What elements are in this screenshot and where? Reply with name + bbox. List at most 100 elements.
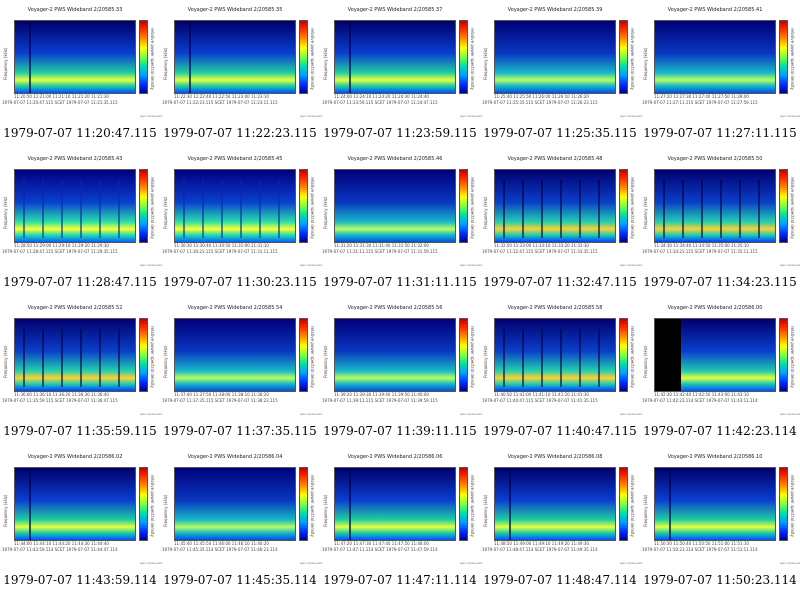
timestamp-caption: 1979-07-07 11:40:47.115 [483,424,637,438]
spectrogram-panel[interactable]: Voyager-2 PWS Wideband 2/20585.33 Frequen… [0,0,162,149]
spectrogram-image [655,21,775,93]
spectrogram-image [655,170,775,242]
y-axis-label: Frequency (kHz) [3,345,8,378]
colorbar-label: relative power spectral density [630,177,635,239]
colorbar-label: relative power spectral density [150,475,155,537]
spectrogram-panel[interactable]: Voyager-2 PWS Wideband 2/20585.37 Frequen… [320,0,482,149]
time-range: 1979-07-07 11:43:59.114 SCET 1979-07-07 … [2,547,118,552]
spectrogram [654,318,776,392]
spectrogram-panel[interactable]: Voyager-2 PWS Wideband 2/20585.46 Frequen… [320,149,482,298]
spectral-striation [23,180,25,238]
spectral-striation [99,180,101,238]
spectral-striation [682,180,684,238]
plot-title: Voyager-2 PWS Wideband 2/20586.10 [667,454,763,460]
spectral-striation [99,329,101,387]
y-axis-label: Frequency (kHz) [483,494,488,527]
plot-title: Voyager-2 PWS Wideband 2/20585.37 [347,7,443,13]
timestamp-caption: 1979-07-07 11:37:35.115 [163,424,317,438]
credit-label: pws.uiowa.edu [140,412,163,416]
time-ticks: 11:30:30 11:30:40 11:30:50 11:31:00 11:3… [174,243,269,248]
y-axis-label: Frequency (kHz) [3,47,8,80]
colorbar-label: relative power spectral density [310,326,315,388]
spectrogram-panel[interactable]: Voyager-2 PWS Wideband 2/20585.54 Frequen… [160,298,322,447]
spectrogram-panel[interactable]: Voyager-2 PWS Wideband 2/20586.08 Frequen… [480,447,642,596]
spectrogram [654,467,776,541]
y-axis-label: Frequency (kHz) [163,345,168,378]
spectrogram-panel[interactable]: Voyager-2 PWS Wideband 2/20586.10 Frequen… [640,447,800,596]
colorbar [619,20,628,94]
plot-title: Voyager-2 PWS Wideband 2/20585.41 [667,7,763,13]
credit-label: pws.uiowa.edu [300,114,323,118]
credit-label: pws.uiowa.edu [620,263,643,267]
time-ticks: 11:50:30 11:50:40 11:50:50 11:51:00 11:5… [654,541,749,546]
timestamp-caption: 1979-07-07 11:34:23.115 [643,275,797,289]
spectrogram-panel[interactable]: Voyager-2 PWS Wideband 2/20586.00 Frequen… [640,298,800,447]
time-ticks: 11:48:50 11:49:00 11:49:10 11:49:20 11:4… [494,541,589,546]
spectrogram-panel[interactable]: Voyager-2 PWS Wideband 2/20585.58 Frequen… [480,298,642,447]
colorbar [139,20,148,94]
timestamp-caption: 1979-07-07 11:42:23.114 [643,424,797,438]
y-axis-label: Frequency (kHz) [643,47,648,80]
plot-title: Voyager-2 PWS Wideband 2/20585.46 [347,156,443,162]
time-ticks: 11:37:40 11:37:50 11:38:00 11:38:10 11:3… [174,392,269,397]
spectrogram-panel[interactable]: Voyager-2 PWS Wideband 2/20585.39 Frequen… [480,0,642,149]
credit-label: pws.uiowa.edu [300,561,323,565]
credit-label: pws.uiowa.edu [140,561,163,565]
spectrogram [174,467,296,541]
timestamp-caption: 1979-07-07 11:20:47.115 [3,126,157,140]
colorbar [299,20,308,94]
spectrogram-panel[interactable]: Voyager-2 PWS Wideband 2/20585.41 Frequen… [640,0,800,149]
colorbar [619,467,628,541]
time-range: 1979-07-07 11:34:23.115 SCET 1979-07-07 … [642,249,758,254]
spectrogram-panel[interactable]: Voyager-2 PWS Wideband 2/20586.02 Frequen… [0,447,163,596]
time-ticks: 11:24:00 11:24:10 11:24:20 11:24:30 11:2… [334,94,429,99]
plot-title: Voyager-2 PWS Wideband 2/20585.58 [507,305,603,311]
spectral-striation [758,180,760,238]
time-range: 1979-07-07 11:28:47.115 SCET 1979-07-07 … [2,249,118,254]
plot-title: Voyager-2 PWS Wideband 2/20585.43 [27,156,123,162]
spectral-striation [240,180,242,238]
plot-title: Voyager-2 PWS Wideband 2/20585.48 [507,156,603,162]
spectrogram-image [655,468,775,540]
credit-label: pws.uiowa.edu [460,412,483,416]
credit-label: pws.uiowa.edu [780,561,800,565]
spectrogram [334,20,456,94]
spectrogram-image [175,468,295,540]
spectrogram-panel[interactable]: Voyager-2 PWS Wideband 2/20586.04 Frequen… [160,447,323,596]
time-ticks: 11:22:30 11:22:40 11:22:50 11:23:00 11:2… [174,94,269,99]
plot-title: Voyager-2 PWS Wideband 2/20586.06 [347,454,443,460]
plot-title: Voyager-2 PWS Wideband 2/20585.39 [507,7,603,13]
timestamp-caption: 1979-07-07 11:25:35.115 [483,126,637,140]
time-range: 1979-07-07 11:42:23.114 SCET 1979-07-07 … [642,398,758,403]
spectrogram-panel[interactable]: Voyager-2 PWS Wideband 2/20585.50 Frequen… [640,149,800,298]
spectral-striation [189,21,191,93]
time-range: 1979-07-07 11:50:23.114 SCET 1979-07-07 … [642,547,758,552]
spectrogram-panel[interactable]: Voyager-2 PWS Wideband 2/20585.52 Frequen… [0,298,163,447]
spectral-striation [560,329,562,387]
spectral-striation [503,180,505,238]
timestamp-caption: 1979-07-07 11:45:35.114 [163,573,317,587]
spectral-striation [42,180,44,238]
timestamp-caption: 1979-07-07 11:39:11.115 [323,424,477,438]
spectrogram [174,169,296,243]
time-ticks: 11:25:40 11:25:50 11:26:00 11:26:10 11:2… [494,94,589,99]
spectrogram-panel[interactable]: Voyager-2 PWS Wideband 2/20585.45 Frequen… [160,149,322,298]
spectrogram-panel[interactable]: Voyager-2 PWS Wideband 2/20585.43 Frequen… [0,149,162,298]
spectral-striation [80,180,82,238]
spectrogram-panel[interactable]: Voyager-2 PWS Wideband 2/20585.56 Frequen… [320,298,483,447]
spectral-striation [42,329,44,387]
plot-title: Voyager-2 PWS Wideband 2/20585.50 [667,156,763,162]
colorbar-label: relative power spectral density [790,177,795,239]
spectrogram-image [495,319,615,391]
colorbar-label: relative power spectral density [470,326,475,388]
spectrogram-panel[interactable]: Voyager-2 PWS Wideband 2/20585.48 Frequen… [480,149,643,298]
colorbar-label: relative power spectral density [150,28,155,90]
y-axis-label: Frequency (kHz) [163,47,168,80]
spectrogram-panel[interactable]: Voyager-2 PWS Wideband 2/20585.35 Frequen… [160,0,323,149]
spectral-striation [663,180,665,238]
colorbar-label: relative power spectral density [150,177,155,239]
time-range: 1979-07-07 11:47:11.114 SCET 1979-07-07 … [322,547,438,552]
spectrogram-panel[interactable]: Voyager-2 PWS Wideband 2/20586.06 Frequen… [320,447,482,596]
plot-title: Voyager-2 PWS Wideband 2/20585.56 [347,305,443,311]
colorbar-label: relative power spectral density [470,28,475,90]
